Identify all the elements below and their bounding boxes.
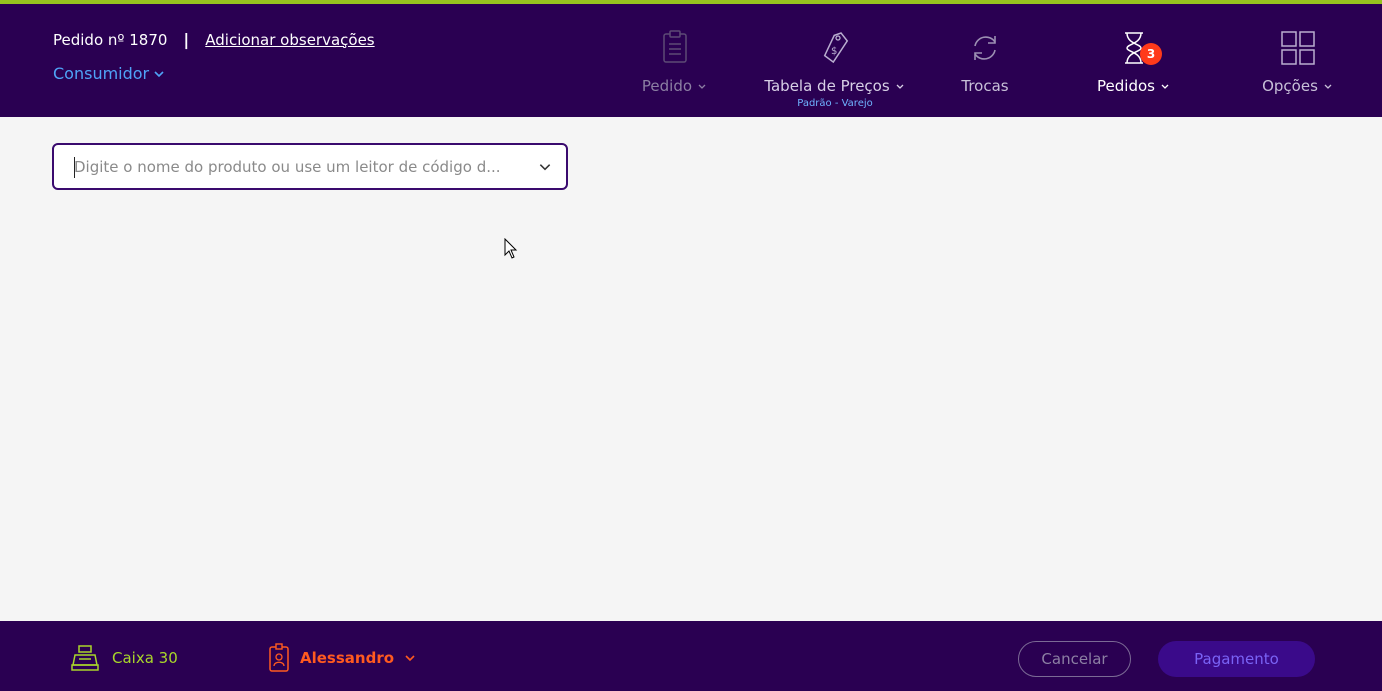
- price-table-subtitle: Padrão - Varejo: [797, 98, 873, 109]
- cancel-button[interactable]: Cancelar: [1018, 641, 1131, 677]
- refresh-icon: [974, 36, 996, 60]
- chevron-down-icon: [1161, 84, 1169, 89]
- chevron-down-icon: [405, 655, 415, 662]
- clipboard-icon: [663, 30, 687, 63]
- chevron-down-icon: [698, 84, 706, 89]
- grid-icon: [1281, 31, 1315, 65]
- svg-text:$: $: [831, 46, 837, 57]
- orders-count-badge: 3: [1140, 43, 1162, 65]
- seller-dropdown[interactable]: Alessandro: [268, 643, 416, 673]
- register-info: Caixa 30: [70, 643, 178, 673]
- top-nav: Pedido $ Tabela de Preços Padrão - Varej…: [0, 28, 1382, 118]
- mouse-pointer-icon: [504, 238, 518, 259]
- bottom-bar: Caixa 30 Alessandro Cancelar Pagamento: [0, 621, 1382, 691]
- nav-options-label: Opções: [1262, 77, 1318, 95]
- nav-order-label: Pedido: [641, 77, 693, 95]
- chevron-down-icon: [1324, 84, 1332, 89]
- chevron-down-icon: [896, 84, 904, 89]
- chevron-down-icon[interactable]: [538, 160, 552, 174]
- nav-price-table-label: Tabela de Preços: [764, 77, 890, 95]
- nav-orders[interactable]: 3 Pedidos: [1094, 28, 1174, 95]
- payment-button[interactable]: Pagamento: [1158, 641, 1315, 677]
- nav-options-label-row: Opções: [1262, 77, 1334, 95]
- text-caret: [74, 157, 75, 178]
- nav-orders-label-row: Pedidos: [1097, 77, 1171, 95]
- nav-exchanges-label-row: Trocas: [961, 77, 1008, 95]
- top-bar: Pedido nº 1870 | Adicionar observações C…: [0, 0, 1382, 117]
- nav-price-table-label-row: Tabela de Preços: [764, 77, 905, 95]
- register-label: Caixa 30: [112, 649, 178, 667]
- seller-name: Alessandro: [300, 649, 395, 667]
- nav-order-label-row: Pedido: [642, 77, 708, 95]
- price-tag-icon: $: [823, 32, 849, 64]
- product-search-input[interactable]: [74, 157, 538, 176]
- nav-exchanges[interactable]: Trocas: [955, 28, 1015, 95]
- nav-options[interactable]: Opções: [1258, 28, 1338, 95]
- nav-exchanges-label: Trocas: [961, 77, 1009, 95]
- nav-price-table[interactable]: $ Tabela de Preços Padrão - Varejo: [760, 28, 910, 109]
- nav-orders-label: Pedidos: [1097, 77, 1155, 95]
- cash-register-icon: [71, 645, 99, 671]
- nav-order[interactable]: Pedido: [640, 28, 710, 95]
- id-badge-icon: [269, 643, 289, 672]
- product-search[interactable]: [52, 143, 568, 190]
- orders-icon-wrap: 3: [1114, 28, 1162, 68]
